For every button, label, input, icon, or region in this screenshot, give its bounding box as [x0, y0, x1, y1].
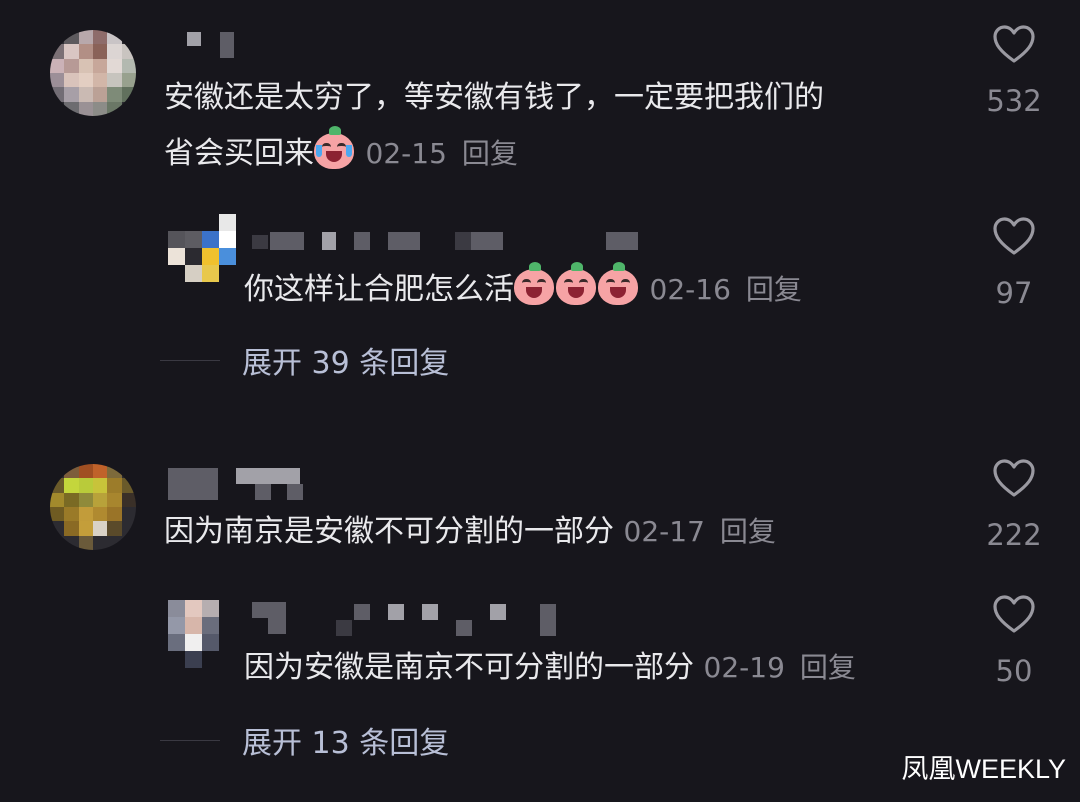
laughing-face-icon [556, 262, 596, 305]
reply-text-body: 因为安徽是南京不可分割的一部分 [244, 650, 694, 685]
crying-face-icon [314, 126, 354, 169]
reply-date: 02-16 [649, 273, 731, 306]
reply-text[interactable]: 你这样让合肥怎么活 02-16 回复 [244, 262, 802, 318]
comment-text-line1: 因为南京是安徽不可分割的一部分 [164, 514, 614, 549]
reply-button[interactable]: 回复 [462, 137, 518, 170]
like-count: 50 [995, 654, 1033, 688]
expand-replies-button[interactable]: 展开 13 条回复 [160, 718, 449, 762]
heart-icon [993, 217, 1035, 255]
reply-button[interactable]: 回复 [720, 515, 776, 548]
divider [160, 739, 220, 741]
avatar[interactable] [168, 214, 236, 282]
comment-text-line1: 安徽还是太穷了，等安徽有钱了，一定要把我们的 [164, 80, 824, 115]
divider [160, 359, 220, 361]
comment-text[interactable]: 安徽还是太穷了，等安徽有钱了，一定要把我们的 省会买回来 02-15 回复 [164, 70, 824, 182]
laughing-face-icon [598, 262, 638, 305]
like-button[interactable]: 97 [984, 216, 1044, 310]
like-count: 222 [986, 518, 1042, 552]
heart-icon [993, 25, 1035, 63]
expand-replies-label: 展开 13 条回复 [242, 726, 450, 761]
reply-button[interactable]: 回复 [800, 651, 856, 684]
laughing-face-icon [514, 262, 554, 305]
heart-icon [993, 595, 1035, 633]
like-count: 532 [986, 84, 1042, 118]
comment-date: 02-17 [623, 515, 705, 548]
like-button[interactable]: 50 [984, 594, 1044, 688]
comment-text[interactable]: 因为南京是安徽不可分割的一部分 02-17 回复 [164, 504, 776, 560]
like-count: 97 [995, 276, 1033, 310]
reply-text-body: 你这样让合肥怎么活 [244, 272, 514, 307]
avatar[interactable] [50, 464, 136, 550]
avatar[interactable] [168, 600, 236, 668]
watermark: 凤凰WEEKLY [901, 754, 1066, 784]
avatar[interactable] [50, 30, 136, 116]
expand-replies-button[interactable]: 展开 39 条回复 [160, 338, 449, 382]
like-button[interactable]: 532 [984, 24, 1044, 118]
comment-date: 02-15 [365, 137, 447, 170]
like-button[interactable]: 222 [984, 458, 1044, 552]
reply-text[interactable]: 因为安徽是南京不可分割的一部分 02-19 回复 [244, 640, 856, 696]
heart-icon [993, 459, 1035, 497]
reply-date: 02-19 [703, 651, 785, 684]
expand-replies-label: 展开 39 条回复 [242, 346, 450, 381]
reply-button[interactable]: 回复 [746, 273, 802, 306]
comment-text-line2: 省会买回来 [164, 136, 314, 171]
